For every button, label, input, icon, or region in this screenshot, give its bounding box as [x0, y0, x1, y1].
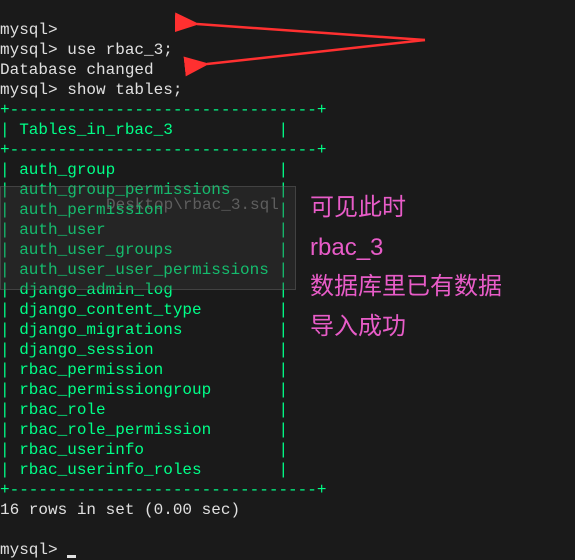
table-row: | django_migrations | — [0, 321, 288, 339]
table-cell: django_admin_log — [19, 281, 269, 299]
table-row: | rbac_role | — [0, 401, 288, 419]
cursor-icon — [67, 555, 76, 558]
table-row: | auth_user_groups | — [0, 241, 288, 259]
prompt-empty: mysql> — [0, 21, 58, 39]
table-cell: rbac_role — [19, 401, 269, 419]
table-cell: auth_group_permissions — [19, 181, 269, 199]
table-cell: rbac_userinfo_roles — [19, 461, 269, 479]
table-header: | Tables_in_rbac_3 | — [0, 121, 288, 139]
table-row: | django_admin_log | — [0, 281, 288, 299]
table-row: | rbac_userinfo_roles | — [0, 461, 288, 479]
table-border-bottom: +--------------------------------+ — [0, 481, 326, 499]
arrow-icon — [207, 40, 425, 64]
annotation-line2: rbac_3 — [310, 228, 502, 268]
annotation-line1: 可见此时 — [310, 188, 502, 228]
table-cell: rbac_permission — [19, 361, 269, 379]
table-row: | auth_group_permissions | — [0, 181, 288, 199]
table-row: | auth_user | — [0, 221, 288, 239]
annotation-line3: 数据库里已有数据 — [310, 267, 502, 307]
command-show-tables: mysql> show tables; — [0, 81, 182, 99]
table-row: | django_content_type | — [0, 301, 288, 319]
table-row: | django_session | — [0, 341, 288, 359]
table-border-mid: +--------------------------------+ — [0, 141, 326, 159]
table-cell: rbac_permissiongroup — [19, 381, 269, 399]
table-row: | rbac_permissiongroup | — [0, 381, 288, 399]
annotation-text: 可见此时 rbac_3 数据库里已有数据 导入成功 — [310, 188, 502, 346]
table-cell: auth_user_user_permissions — [19, 261, 269, 279]
prompt-final[interactable]: mysql> — [0, 541, 67, 559]
table-row: | auth_permission | — [0, 201, 288, 219]
table-cell: auth_group — [19, 161, 269, 179]
table-cell: django_session — [19, 341, 269, 359]
table-cell: auth_user — [19, 221, 269, 239]
table-row: | rbac_role_permission | — [0, 421, 288, 439]
result-count: 16 rows in set (0.00 sec) — [0, 501, 240, 519]
table-cell: django_migrations — [19, 321, 269, 339]
table-cell: auth_permission — [19, 201, 269, 219]
table-row: | auth_user_user_permissions | — [0, 261, 288, 279]
table-row: | auth_group | — [0, 161, 288, 179]
table-row: | rbac_userinfo | — [0, 441, 288, 459]
annotation-line4: 导入成功 — [310, 307, 502, 347]
arrow-icon — [197, 24, 425, 40]
annotation-arrows — [175, 10, 435, 86]
table-cell: auth_user_groups — [19, 241, 269, 259]
command-use: mysql> use rbac_3; — [0, 41, 173, 59]
table-cell: django_content_type — [19, 301, 269, 319]
table-border-top: +--------------------------------+ — [0, 101, 326, 119]
table-cell: rbac_userinfo — [19, 441, 269, 459]
table-row: | rbac_permission | — [0, 361, 288, 379]
table-cell: rbac_role_permission — [19, 421, 269, 439]
response-changed: Database changed — [0, 61, 154, 79]
